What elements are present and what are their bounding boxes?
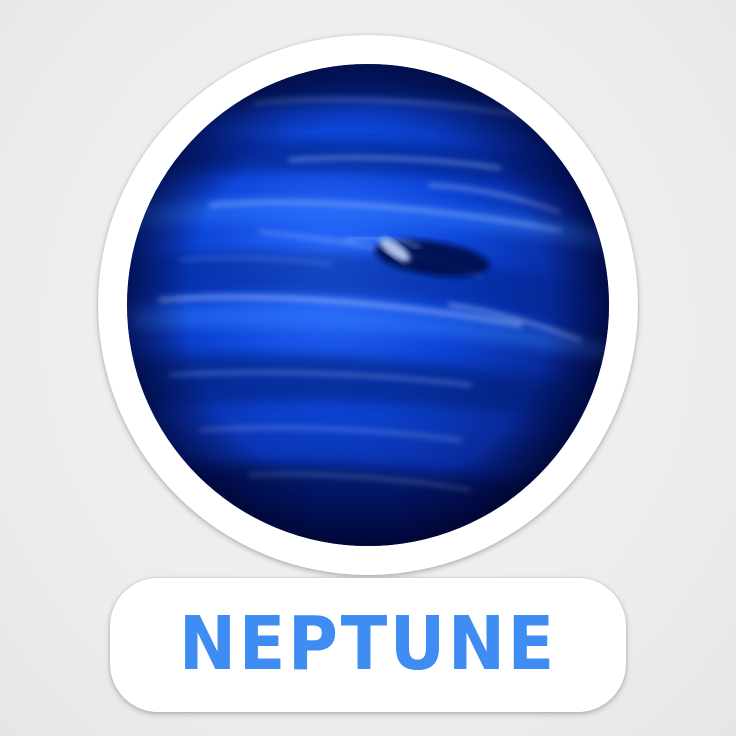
planet-name-label: NEPTUNE bbox=[179, 601, 557, 687]
planet-rim-shade bbox=[127, 64, 609, 546]
sticker-canvas: NEPTUNE bbox=[0, 0, 736, 736]
